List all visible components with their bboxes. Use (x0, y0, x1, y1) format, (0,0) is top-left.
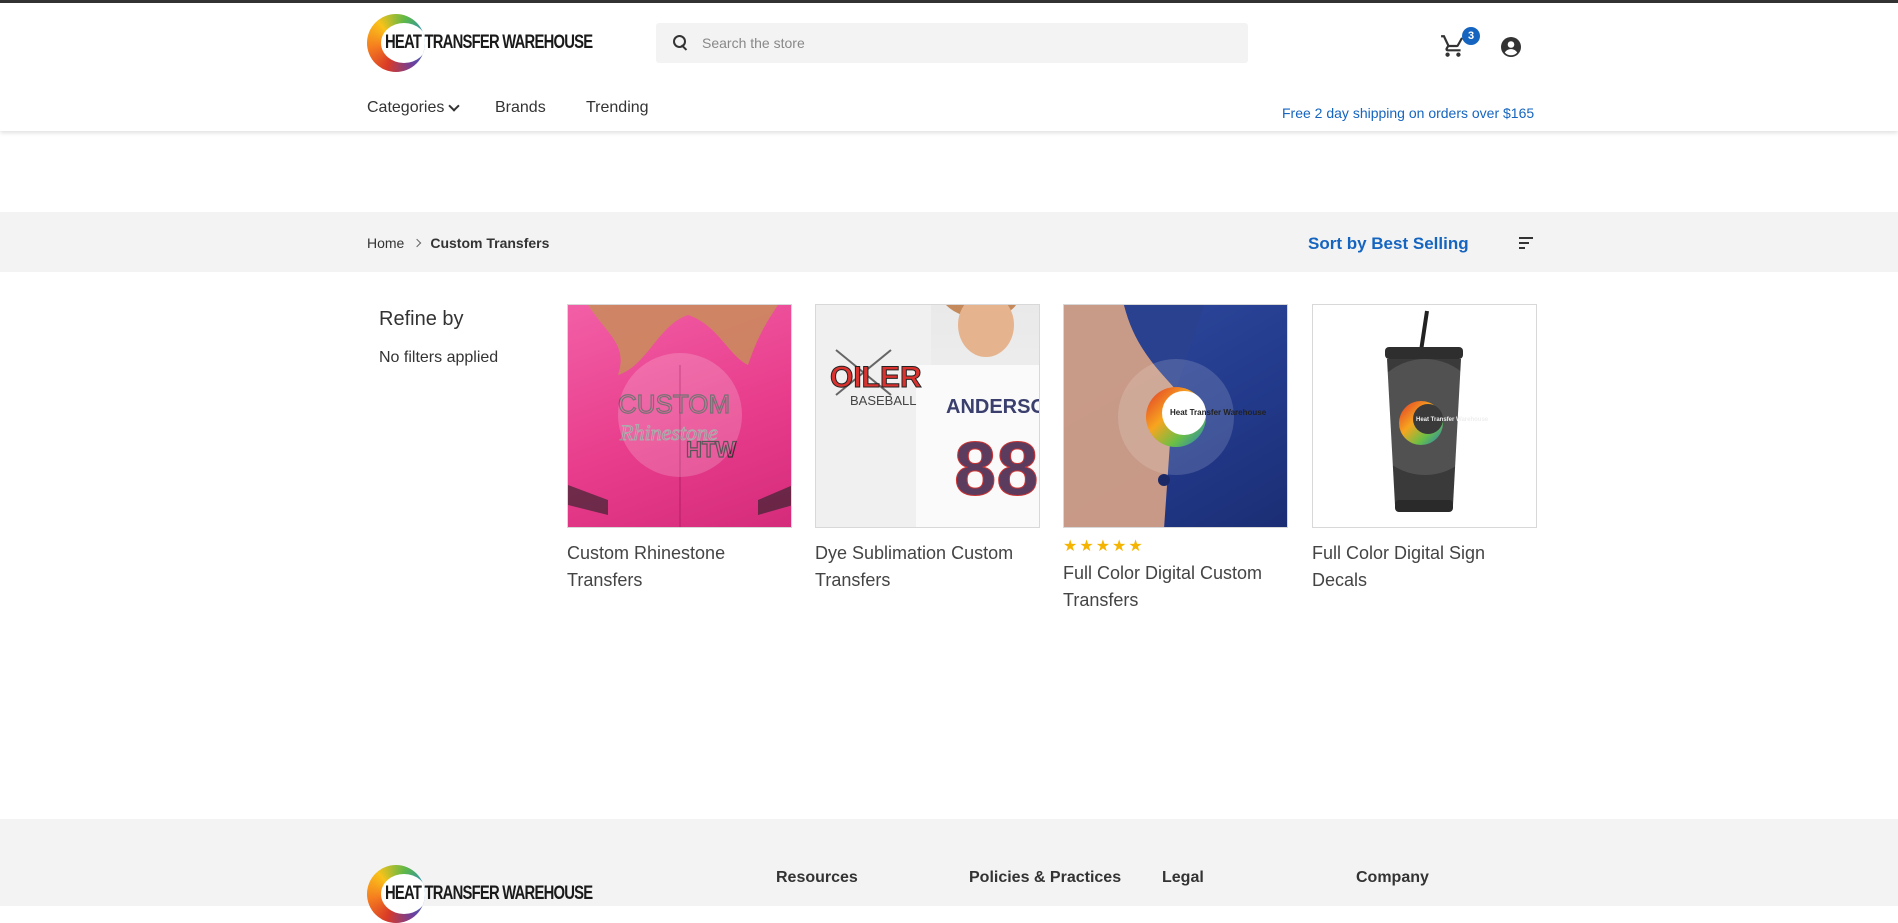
p4-logo-text: Heat Transfer Warehouse (1416, 417, 1489, 423)
breadcrumb: Home Custom Transfers (367, 235, 549, 251)
footer-heading-resources: Resources (776, 869, 858, 886)
sublimation-shirt-illustration: OILER BASEBALL ANDERSON 88 (816, 305, 1040, 527)
product-card[interactable]: CUSTOM Rhinestone HTW Custom Rhinestone … (567, 304, 792, 594)
product-image[interactable]: OILER BASEBALL ANDERSON 88 (815, 304, 1040, 528)
product-card[interactable]: Heat Transfer Warehouse ★ ★ ★ ★ ★ Full C… (1063, 304, 1288, 614)
chevron-right-icon (413, 238, 422, 248)
no-filters-text: No filters applied (379, 349, 499, 366)
sort-icon[interactable] (1519, 237, 1533, 249)
p2-text-baseball: BASEBALL (850, 393, 917, 408)
star-icon: ★ (1063, 538, 1078, 555)
site-footer: Heat Transfer Warehouse Resources Polici… (0, 819, 1898, 923)
nav-brands[interactable]: Brands (495, 99, 546, 117)
sort-dropdown[interactable]: Sort by Best Selling (1308, 234, 1469, 254)
p2-text-oiler: OILER (830, 361, 922, 394)
p2-text-number: 88 (954, 427, 1039, 512)
refine-heading: Refine by (379, 308, 464, 330)
nav-categories[interactable]: Categories (367, 99, 461, 117)
nav-categories-label: Categories (367, 99, 445, 116)
cart-count-badge: 3 (1462, 27, 1480, 45)
shipping-notice-link[interactable]: Free 2 day shipping on orders over $165 (1282, 105, 1534, 121)
footer-heading-policies: Policies & Practices (969, 869, 1122, 886)
search-input[interactable] (702, 35, 1222, 51)
footer-logo-text: Heat Transfer Warehouse (385, 883, 593, 904)
product-image[interactable]: Heat Transfer Warehouse (1063, 304, 1288, 528)
breadcrumb-bar: Home Custom Transfers Sort by Best Selli… (0, 212, 1898, 272)
tumbler-decal-illustration: Heat Transfer Warehouse (1367, 310, 1489, 512)
product-title[interactable]: Dye Sublimation Custom Transfers (815, 540, 1040, 594)
p2-text-anderson: ANDERSON (946, 396, 1040, 418)
site-header: Heat Transfer Warehouse 3 Categories Bra… (0, 3, 1898, 131)
account-icon[interactable] (1499, 35, 1523, 59)
footer-heading-company: Company (1356, 869, 1429, 886)
footer-heading-legal: Legal (1162, 869, 1204, 886)
breadcrumb-home[interactable]: Home (367, 235, 404, 251)
search-icon[interactable] (672, 34, 690, 52)
star-icon: ★ (1128, 538, 1143, 555)
product-image[interactable]: Heat Transfer Warehouse (1312, 304, 1537, 528)
p3-logo-text: Heat Transfer Warehouse (1170, 408, 1267, 417)
site-logo[interactable]: Heat Transfer Warehouse (367, 14, 651, 72)
star-icon: ★ (1112, 538, 1127, 555)
product-title[interactable]: Full Color Digital Custom Transfers (1063, 560, 1288, 614)
nav-brands-label: Brands (495, 99, 546, 116)
nav-trending[interactable]: Trending (586, 99, 649, 117)
product-title[interactable]: Full Color Digital Sign Decals (1312, 540, 1537, 594)
star-icon: ★ (1079, 538, 1094, 555)
product-rating: ★ ★ ★ ★ ★ (1063, 538, 1288, 555)
search-bar (656, 23, 1248, 63)
rhinestone-shirt-illustration: CUSTOM Rhinestone HTW (568, 305, 791, 527)
product-card[interactable]: OILER BASEBALL ANDERSON 88 Dye Sublimati… (815, 304, 1040, 594)
chevron-down-icon (448, 99, 461, 112)
product-title[interactable]: Custom Rhinestone Transfers (567, 540, 792, 594)
product-image[interactable]: CUSTOM Rhinestone HTW (567, 304, 792, 528)
footer-logo[interactable]: Heat Transfer Warehouse (367, 865, 651, 923)
star-icon: ★ (1095, 538, 1111, 555)
breadcrumb-current: Custom Transfers (430, 235, 550, 251)
digital-transfer-shirt-illustration: Heat Transfer Warehouse (1064, 305, 1267, 527)
nav-trending-label: Trending (586, 99, 649, 116)
product-card[interactable]: Heat Transfer Warehouse Full Color Digit… (1312, 304, 1537, 594)
logo-text: Heat Transfer Warehouse (385, 32, 593, 53)
